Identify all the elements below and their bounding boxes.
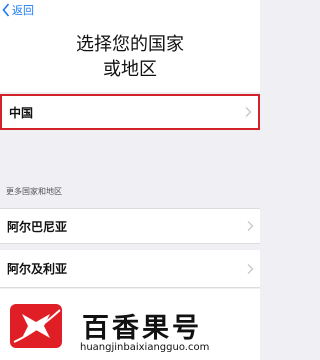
back-button[interactable]: 返回 (2, 1, 34, 19)
country-row-china[interactable]: 中国 (0, 94, 260, 130)
chevron-right-icon (245, 107, 252, 117)
page-title: 选择您的国家 或地区 (0, 32, 260, 82)
page-title-line-1: 选择您的国家 (76, 34, 184, 55)
chevron-right-icon (247, 221, 254, 231)
country-row-albania[interactable]: 阿尔巴尼亚 (0, 208, 260, 244)
top-nav-bar: 返回 (0, 0, 260, 22)
section-header: 更多国家和地区 (6, 187, 62, 196)
page-title-line-2: 或地区 (103, 59, 157, 80)
country-row-algeria[interactable]: 阿尔及利亚 (0, 250, 260, 288)
country-label: 阿尔巴尼亚 (7, 219, 68, 234)
country-label: 阿尔及利亚 (7, 262, 68, 276)
section-spacer (0, 130, 260, 180)
chevron-left-icon (2, 3, 10, 17)
title-section: 选择您的国家 或地区 (0, 22, 260, 92)
watermark-brand: 百香果号 (82, 313, 202, 344)
brand-logo-icon (10, 304, 62, 348)
back-label: 返回 (12, 4, 34, 17)
country-label: 中国 (9, 105, 34, 120)
watermark-domain: huangjinbaixiangguo.com (80, 342, 210, 353)
chevron-right-icon (247, 263, 254, 274)
